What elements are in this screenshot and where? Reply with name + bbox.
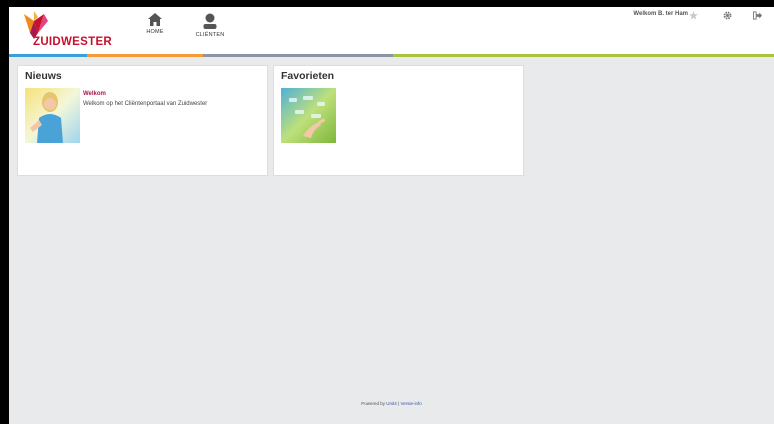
zuidwester-logo[interactable]: ZUIDWESTER [18, 11, 128, 53]
nav-clienten-label: CLIËNTEN [195, 32, 225, 38]
home-icon [148, 13, 162, 26]
top-header: ZUIDWESTER HOME CLIËNTEN Welkom B. ter H… [9, 7, 774, 54]
nav-clienten[interactable]: CLIËNTEN [188, 11, 232, 49]
footer-version-link[interactable]: Versie-info [400, 401, 421, 406]
news-item-heading[interactable]: Welkom [83, 91, 106, 97]
logout-icon[interactable] [750, 9, 764, 23]
person-icon [203, 13, 217, 29]
page-footer: Powered by Unit4 | Versie-info [9, 401, 774, 406]
portal-window: ZUIDWESTER HOME CLIËNTEN Welkom B. ter H… [0, 0, 774, 424]
brand-color-bar [9, 54, 774, 57]
favorites-title: Favorieten [281, 70, 335, 82]
welcome-user-text[interactable]: Welkom B. ter Ham [633, 11, 688, 17]
favorites-image[interactable] [281, 88, 336, 143]
nav-home-label: HOME [146, 29, 164, 35]
news-title: Nieuws [25, 70, 62, 82]
star-icon[interactable] [686, 9, 700, 23]
footer-unit4-link[interactable]: Unit4 [386, 401, 397, 406]
nav-home[interactable]: HOME [133, 11, 177, 49]
zuidwester-logo-icon [24, 11, 48, 39]
news-item-text: Welkom op het Cliëntenportaal van Zuidwe… [83, 101, 208, 107]
news-item-image[interactable] [25, 88, 80, 143]
logo-text: ZUIDWESTER [33, 36, 113, 48]
gear-icon[interactable] [720, 9, 734, 23]
footer-prefix: Powered by [361, 401, 385, 406]
favorites-widget: Favorieten [273, 65, 524, 176]
news-widget: Nieuws Welkom Welkom op het Cliëntenport… [17, 65, 268, 176]
